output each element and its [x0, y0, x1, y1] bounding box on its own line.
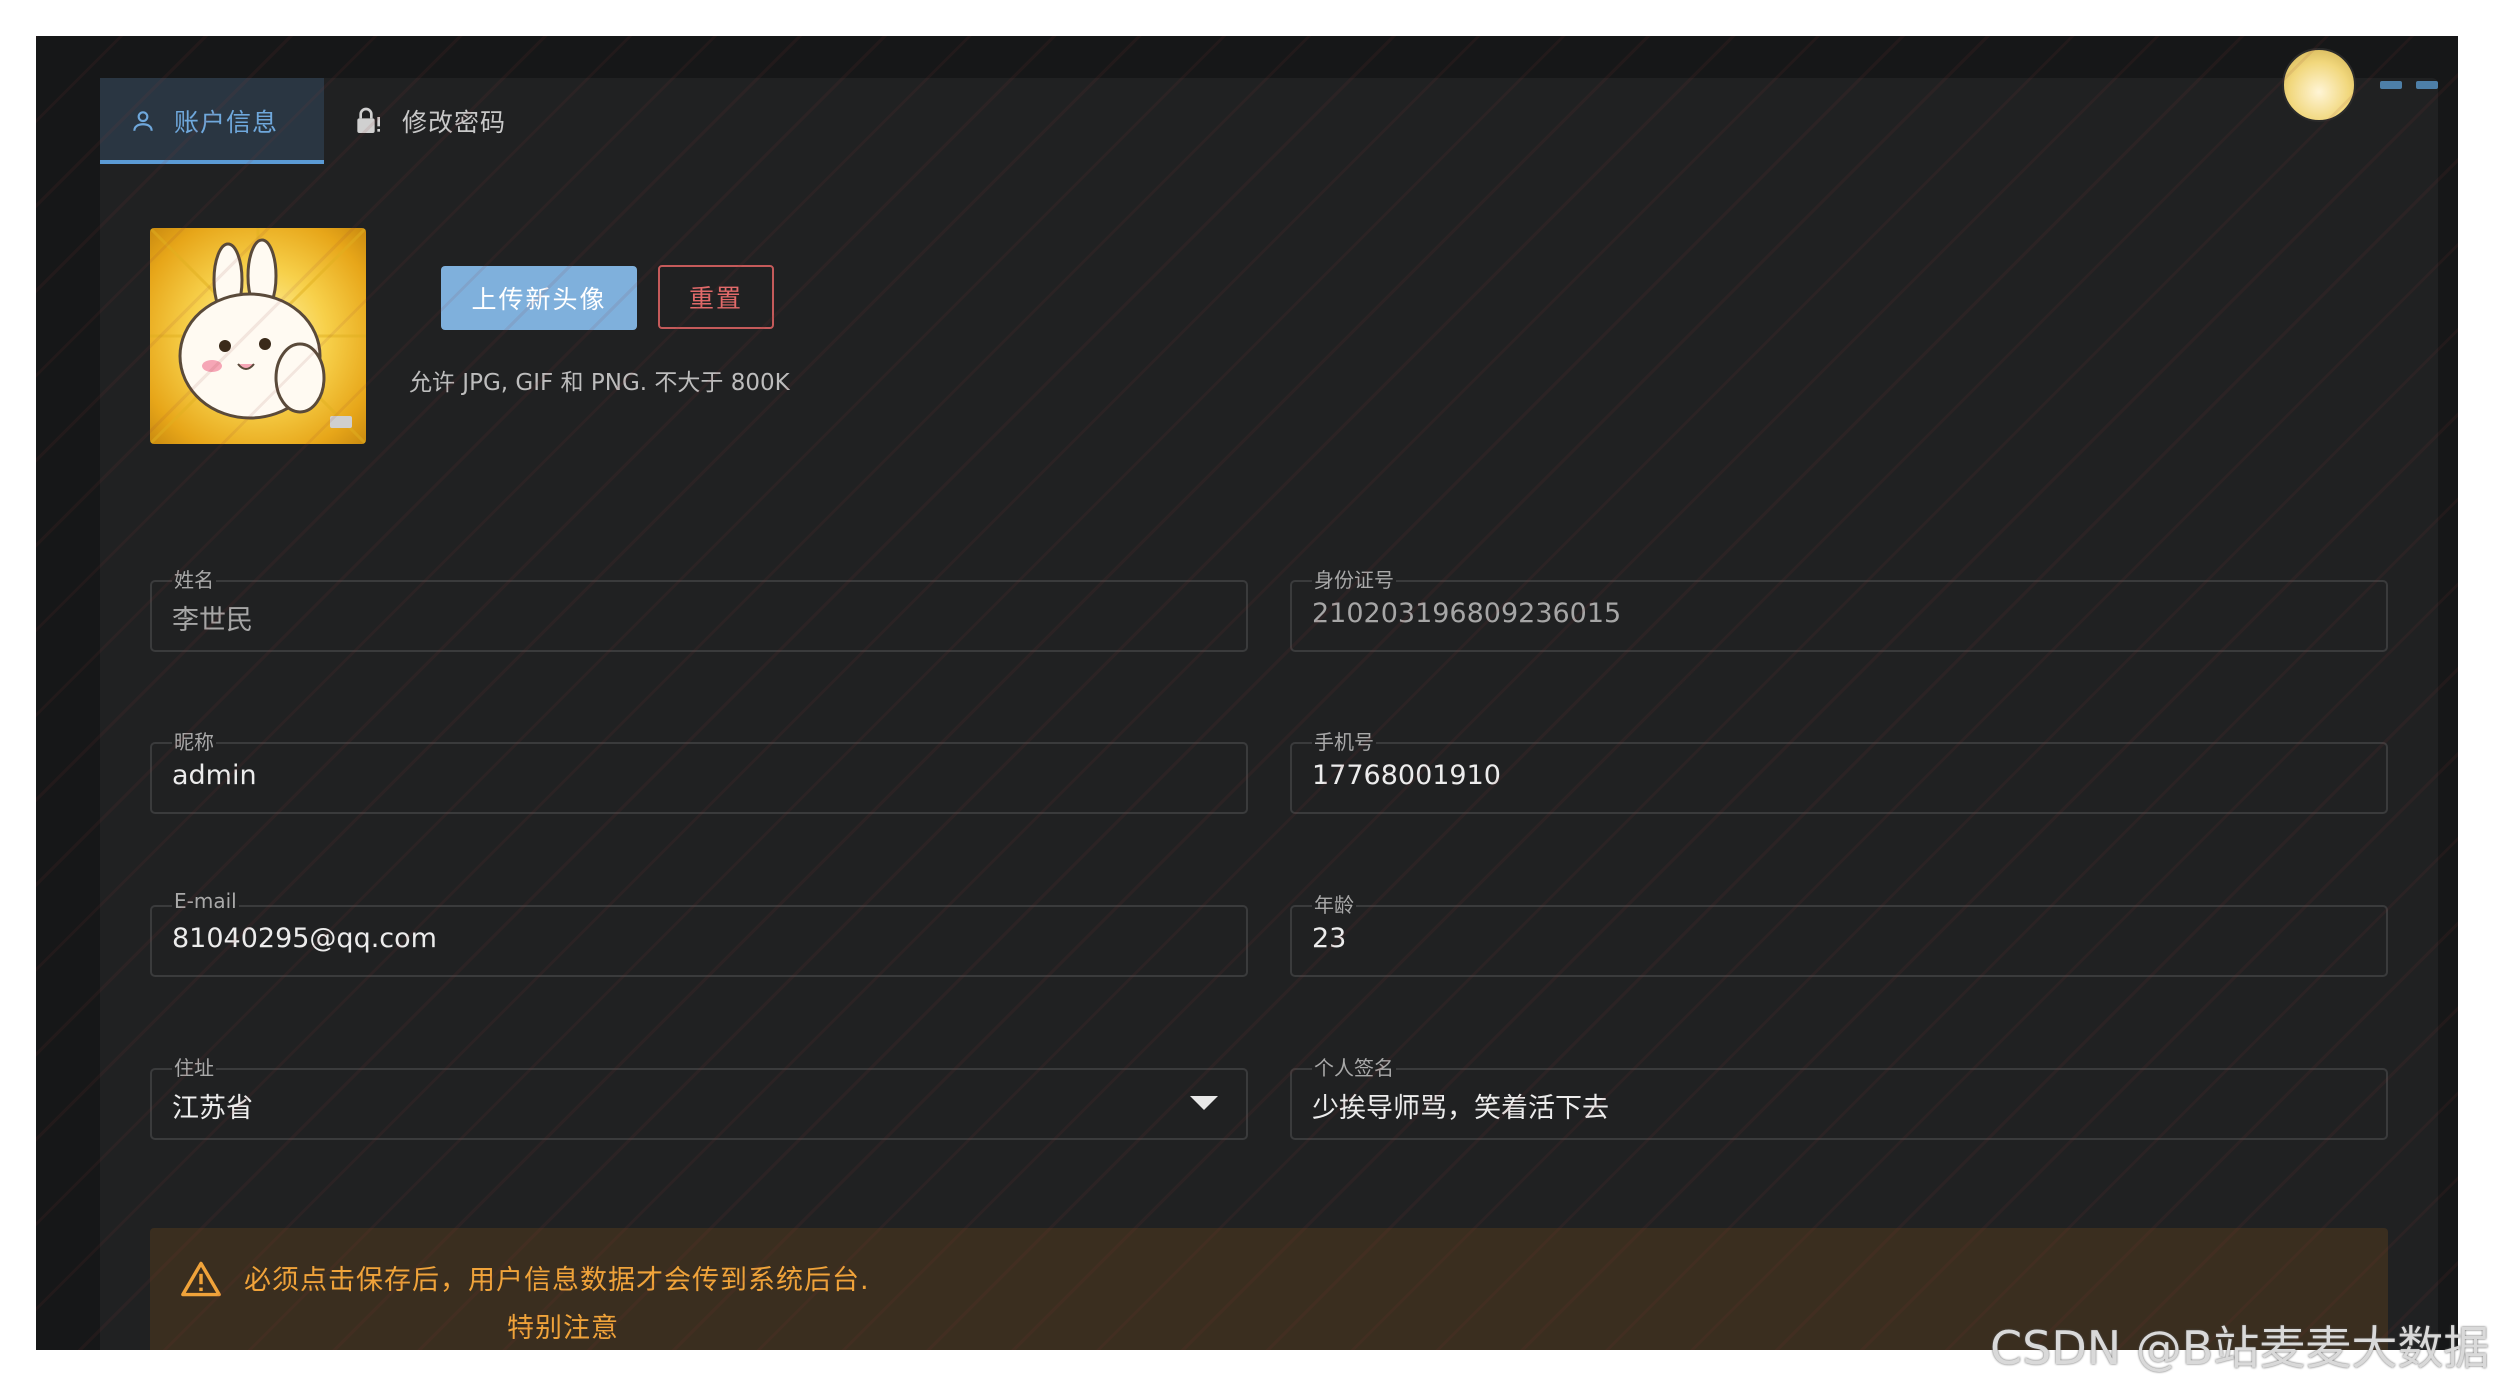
upload-avatar-button[interactable]: 上传新头像: [441, 266, 637, 330]
field-label: 姓名: [172, 564, 216, 593]
user-avatar-top[interactable]: [2282, 48, 2356, 122]
header-icon[interactable]: [2380, 81, 2402, 89]
upload-hint: 允许 JPG, GIF 和 PNG. 不大于 800K: [409, 370, 790, 396]
phone-field[interactable]: 手机号 17768001910: [1290, 726, 2388, 814]
email-field[interactable]: E-mail 81040295@qq.com: [150, 889, 1248, 977]
profile-card: 账户信息 修改密码 上传新头像 重置 允许 JPG, GIF 和 PNG. 不大…: [100, 48, 2438, 1350]
header-icon[interactable]: [2416, 81, 2438, 89]
address-value[interactable]: 江苏省: [172, 1086, 1157, 1125]
alert-submessage: 特别注意: [507, 1313, 619, 1344]
age-field[interactable]: 年龄 23: [1290, 889, 2388, 977]
name-field[interactable]: 姓名 李世民: [150, 564, 1248, 652]
email-value[interactable]: 81040295@qq.com: [172, 923, 1157, 954]
warning-icon: [181, 1261, 221, 1297]
tab-change-password[interactable]: 修改密码: [352, 78, 552, 164]
nickname-value[interactable]: admin: [172, 760, 1157, 791]
csdn-watermark: CSDN @B站麦麦大数据: [1990, 1321, 2490, 1375]
signature-field[interactable]: 个人签名 少挨导师骂，笑着活下去: [1290, 1052, 2388, 1140]
field-label: 年龄: [1312, 889, 1356, 918]
name-value: 李世民: [172, 605, 253, 636]
nickname-field[interactable]: 昵称 admin: [150, 726, 1248, 814]
field-label: 身份证号: [1312, 564, 1396, 593]
reset-button[interactable]: 重置: [658, 265, 774, 329]
address-select[interactable]: 住址 江苏省: [150, 1052, 1248, 1140]
header-icons: [2380, 74, 2458, 89]
lock-icon: [357, 107, 380, 133]
tab-label: 账户信息: [174, 108, 279, 137]
phone-value[interactable]: 17768001910: [1312, 760, 2297, 791]
id-number-field[interactable]: 身份证号 210203196809236015: [1290, 564, 2388, 652]
tab-label: 修改密码: [402, 108, 507, 137]
bunny-avatar-icon: [150, 228, 366, 444]
field-label: E-mail: [172, 889, 239, 913]
id-number-value: 210203196809236015: [1312, 598, 1622, 629]
app-frame: 账户信息 修改密码 上传新头像 重置 允许 JPG, GIF 和 PNG. 不大…: [36, 36, 2458, 1350]
caret-down-icon[interactable]: [1190, 1096, 1218, 1110]
age-value[interactable]: 23: [1312, 923, 2297, 954]
avatar-image: [150, 228, 366, 444]
field-label: 昵称: [172, 726, 216, 755]
tab-bar: 账户信息 修改密码: [100, 78, 700, 164]
tab-account-info[interactable]: 账户信息: [100, 78, 324, 164]
field-label: 个人签名: [1312, 1052, 1396, 1081]
field-label: 手机号: [1312, 726, 1376, 755]
signature-value[interactable]: 少挨导师骂，笑着活下去: [1312, 1086, 2297, 1125]
user-icon: [133, 111, 153, 131]
field-label: 住址: [172, 1052, 216, 1081]
alert-message: 必须点击保存后，用户信息数据才会传到系统后台.: [244, 1265, 870, 1296]
